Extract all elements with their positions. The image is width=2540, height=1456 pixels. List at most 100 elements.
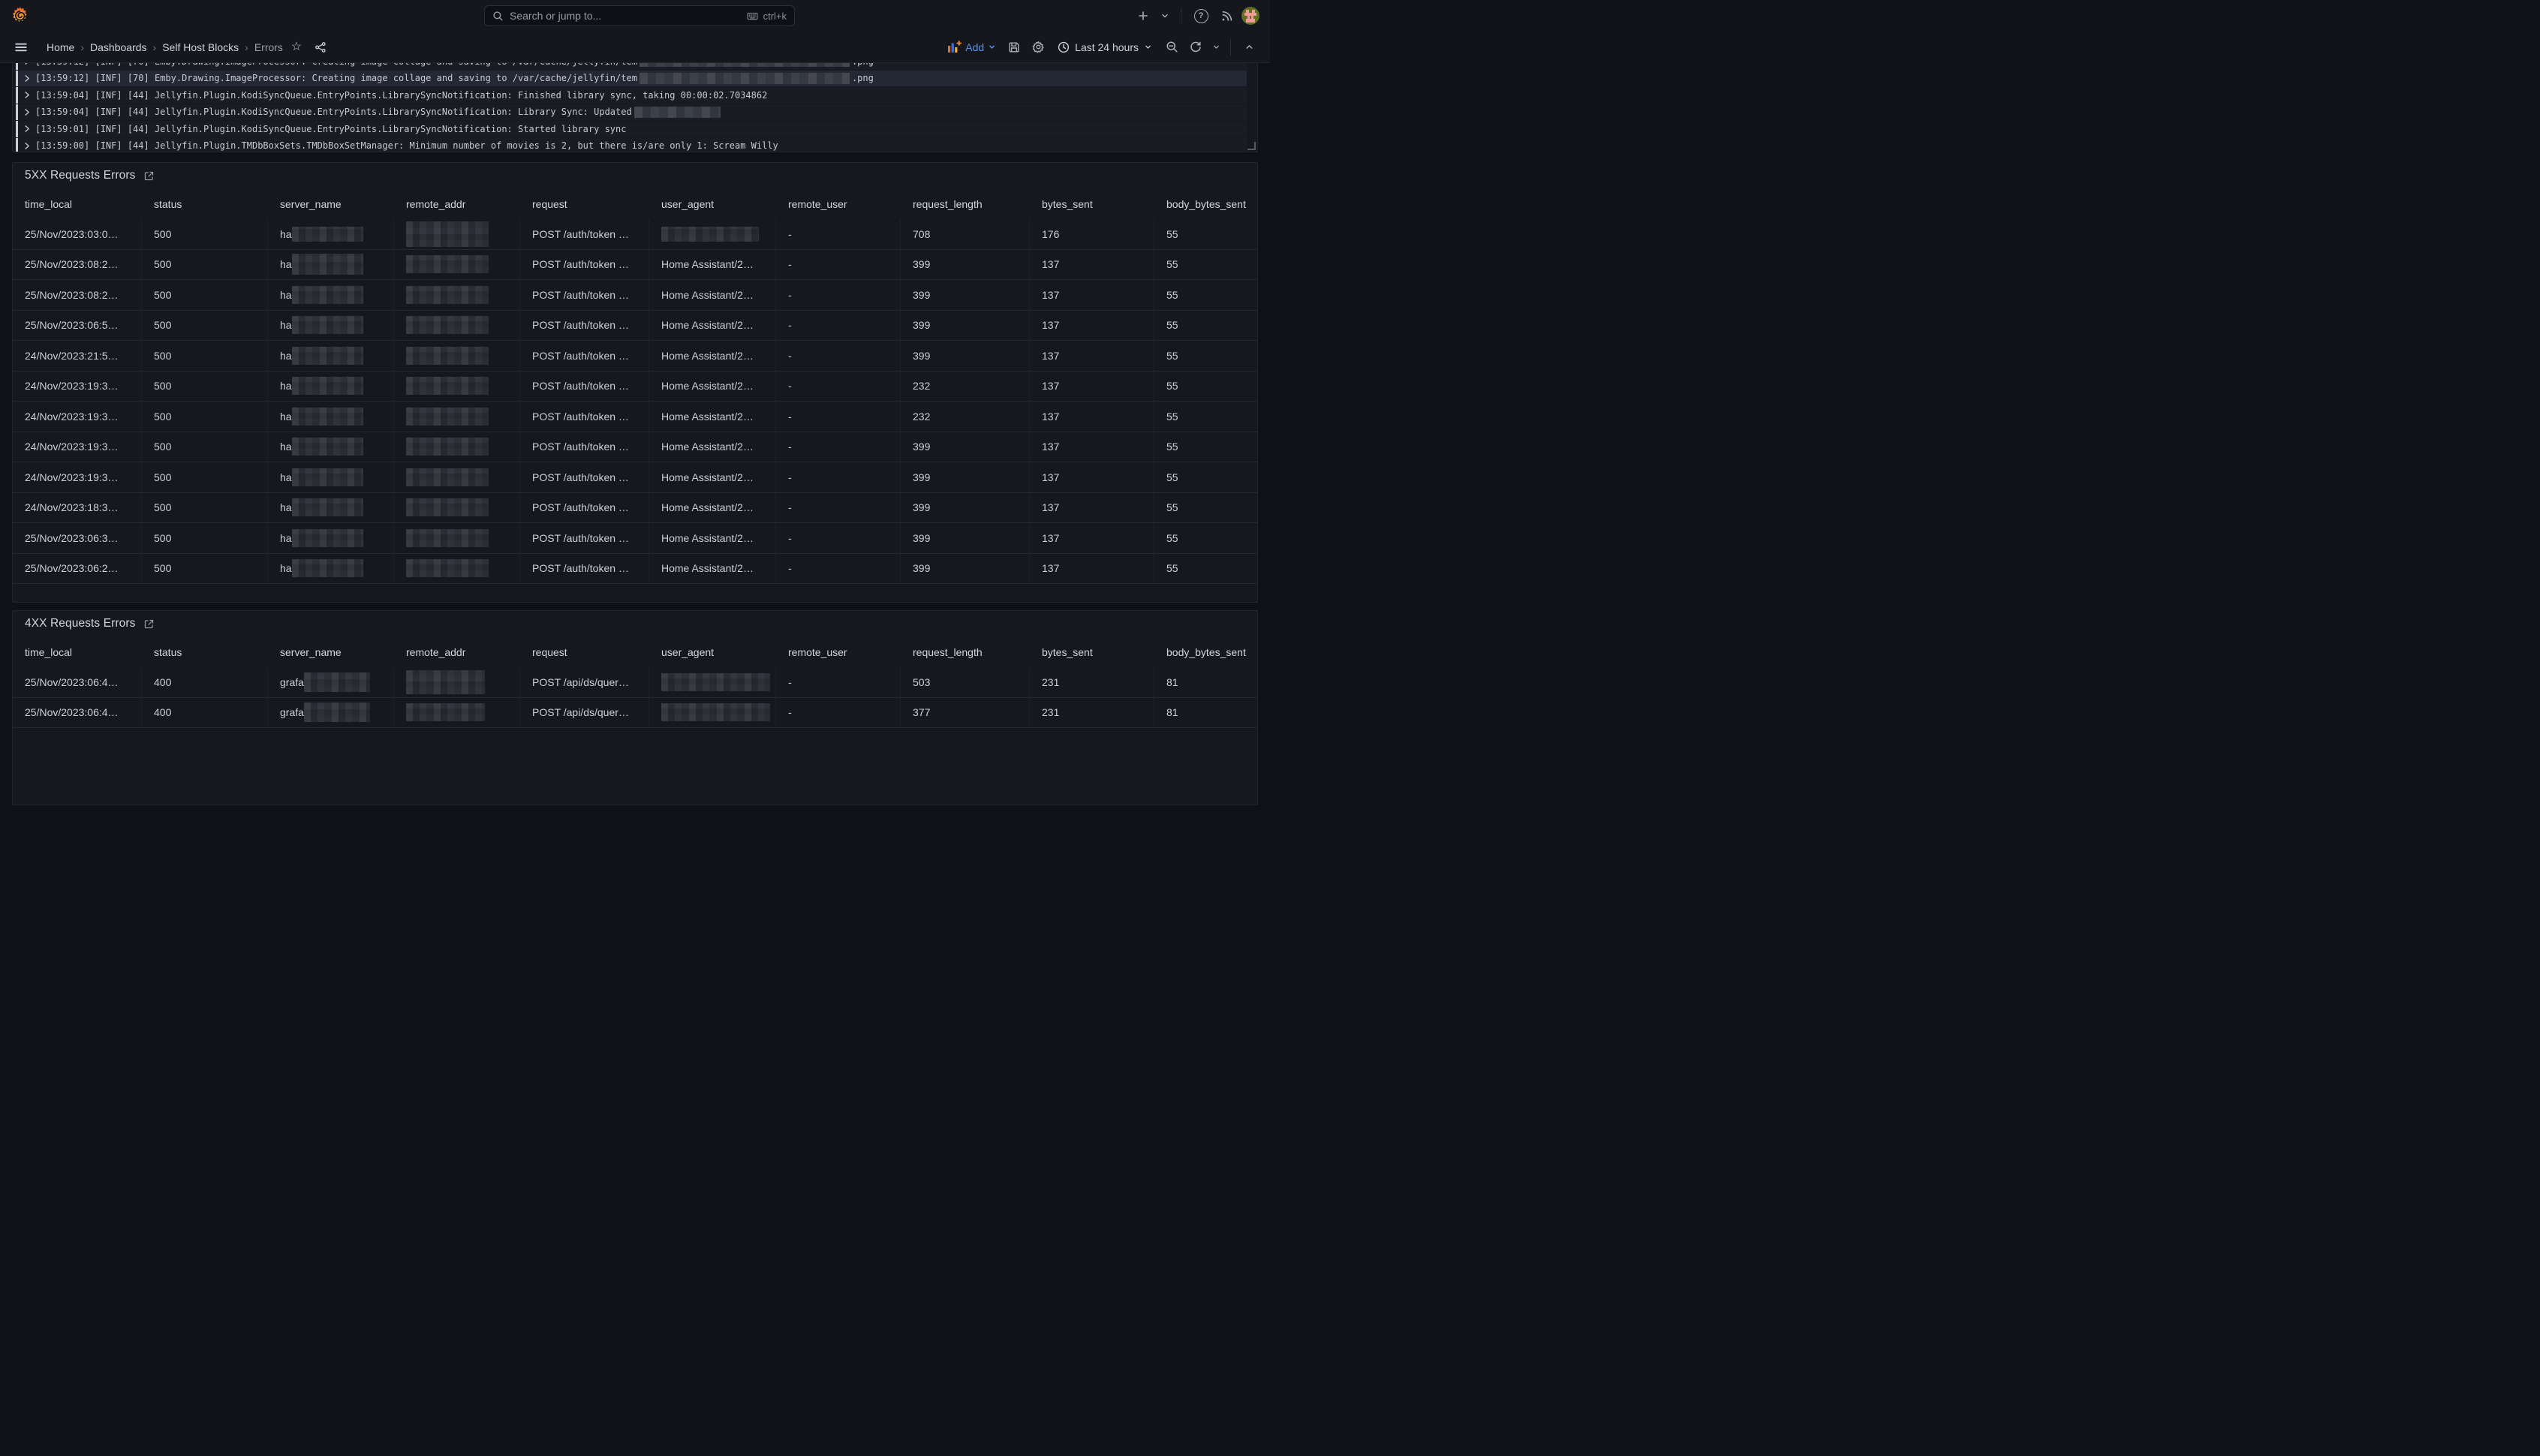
column-header[interactable]: request_length — [901, 636, 1030, 667]
table-cell: - — [776, 250, 901, 280]
table-cell — [649, 667, 776, 697]
table-cell: 500 — [142, 372, 268, 402]
column-header[interactable]: request_length — [901, 188, 1030, 219]
expand-chevron-icon[interactable] — [23, 74, 30, 83]
panel-header[interactable]: 4XX Requests Errors — [13, 611, 1257, 636]
column-header[interactable]: request — [520, 188, 649, 219]
external-link-icon[interactable] — [143, 170, 155, 182]
column-header[interactable]: remote_addr — [394, 636, 520, 667]
column-header[interactable]: time_local — [13, 188, 142, 219]
grafana-logo-icon[interactable] — [10, 6, 30, 26]
table-4xx: time_localstatusserver_nameremote_addrre… — [13, 636, 1257, 805]
panel-resize-handle[interactable] — [1247, 142, 1256, 150]
log-row[interactable]: [13:59:01] [INF] [44] Jellyfin.Plugin.Ko… — [16, 121, 1247, 137]
breadcrumb-dashboards[interactable]: Dashboards — [90, 41, 147, 53]
help-icon[interactable]: ? — [1190, 5, 1211, 26]
search-icon — [492, 11, 504, 22]
redacted-value — [406, 286, 489, 304]
table-cell: - — [776, 402, 901, 432]
table-cell: 500 — [142, 219, 268, 249]
redacted-value — [304, 672, 370, 692]
favorite-star-icon[interactable]: ☆ — [286, 37, 307, 58]
column-header[interactable]: user_agent — [649, 636, 776, 667]
table-cell: 708 — [901, 219, 1030, 249]
breadcrumb-home[interactable]: Home — [47, 41, 74, 53]
table-cell: - — [776, 462, 901, 492]
log-row[interactable]: [13:59:12] [INF] [70] Emby.Drawing.Image… — [16, 71, 1247, 87]
log-row[interactable]: [13:59:04] [INF] [44] Jellyfin.Plugin.Ko… — [16, 104, 1247, 121]
breadcrumb-current-errors: Errors — [254, 41, 283, 53]
table-cell: 176 — [1030, 219, 1154, 249]
redacted-value — [406, 468, 489, 486]
table-cell: Home Assistant/2… — [649, 493, 776, 523]
search-input[interactable]: Search or jump to... ctrl+k — [484, 5, 795, 26]
table-cell: Home Assistant/2… — [649, 250, 776, 280]
expand-chevron-icon[interactable] — [23, 142, 30, 150]
expand-chevron-icon[interactable] — [23, 63, 30, 65]
column-header[interactable]: status — [142, 636, 268, 667]
table-cell: 137 — [1030, 341, 1154, 371]
expand-chevron-icon[interactable] — [23, 91, 30, 99]
log-level-bar — [16, 87, 18, 104]
table-cell: 25/Nov/2023:06:4… — [13, 698, 142, 728]
table-cell: 500 — [142, 432, 268, 462]
news-rss-icon[interactable] — [1216, 5, 1237, 26]
column-header[interactable]: user_agent — [649, 188, 776, 219]
user-avatar[interactable] — [1241, 7, 1259, 25]
expand-chevron-icon[interactable] — [23, 108, 30, 116]
table-cell — [394, 311, 520, 341]
table-cell: 399 — [901, 311, 1030, 341]
column-header[interactable]: body_bytes_sent — [1154, 188, 1257, 219]
table-row: 25/Nov/2023:03:0…500haPOST /auth/token …… — [13, 219, 1257, 250]
table-cell: 399 — [901, 432, 1030, 462]
redacted-value — [292, 498, 363, 516]
table-cell: POST /auth/token … — [520, 432, 649, 462]
table-cell: 400 — [142, 667, 268, 697]
panel-header[interactable]: 5XX Requests Errors — [13, 163, 1257, 188]
table-cell: 55 — [1154, 341, 1257, 371]
refresh-interval-chevron-down-icon[interactable] — [1209, 37, 1223, 58]
column-header[interactable]: remote_user — [776, 188, 901, 219]
external-link-icon[interactable] — [143, 618, 155, 630]
redacted-value — [304, 702, 370, 722]
column-header[interactable]: bytes_sent — [1030, 636, 1154, 667]
column-header[interactable]: remote_user — [776, 636, 901, 667]
breadcrumb-dashboard-name[interactable]: Self Host Blocks — [162, 41, 239, 53]
refresh-button[interactable] — [1185, 37, 1206, 58]
share-icon[interactable] — [310, 37, 331, 58]
dashboard-settings-gear-icon[interactable] — [1028, 37, 1049, 58]
collapse-toolbar-chevron-up-icon[interactable] — [1238, 37, 1259, 58]
zoom-out-time-button[interactable] — [1161, 37, 1182, 58]
redacted-value — [406, 221, 489, 247]
save-dashboard-button[interactable] — [1004, 37, 1025, 58]
time-range-picker[interactable]: Last 24 hours — [1052, 38, 1158, 56]
new-plus-button[interactable] — [1133, 5, 1154, 26]
column-header[interactable]: remote_addr — [394, 188, 520, 219]
table-cell: 137 — [1030, 523, 1154, 553]
log-row[interactable]: [13:59:12] [INF] [70] Emby.Drawing.Image… — [16, 63, 1247, 70]
table-cell: - — [776, 432, 901, 462]
log-level-bar — [16, 104, 18, 121]
column-header[interactable]: time_local — [13, 636, 142, 667]
table-cell: 55 — [1154, 493, 1257, 523]
column-header[interactable]: request — [520, 636, 649, 667]
redacted-value — [406, 408, 489, 426]
expand-chevron-icon[interactable] — [23, 125, 30, 133]
redacted-value — [292, 408, 363, 426]
column-header[interactable]: body_bytes_sent — [1154, 636, 1257, 667]
log-row[interactable]: [13:59:00] [INF] [44] Jellyfin.Plugin.TM… — [16, 138, 1247, 152]
table-cell: ha — [268, 554, 394, 584]
column-header[interactable]: server_name — [268, 636, 394, 667]
new-menu-chevron-down-icon[interactable] — [1158, 5, 1172, 26]
log-row[interactable]: [13:59:04] [INF] [44] Jellyfin.Plugin.Ko… — [16, 87, 1247, 104]
column-header[interactable]: server_name — [268, 188, 394, 219]
nav-left — [0, 6, 250, 26]
add-panel-button[interactable]: Add — [943, 38, 1001, 56]
table-cell: - — [776, 341, 901, 371]
column-header[interactable]: status — [142, 188, 268, 219]
mega-menu-hamburger-icon[interactable] — [11, 37, 32, 58]
table-5xx: time_localstatusserver_nameremote_addrre… — [13, 188, 1257, 602]
table-cell: 399 — [901, 280, 1030, 310]
table-cell — [394, 372, 520, 402]
column-header[interactable]: bytes_sent — [1030, 188, 1154, 219]
